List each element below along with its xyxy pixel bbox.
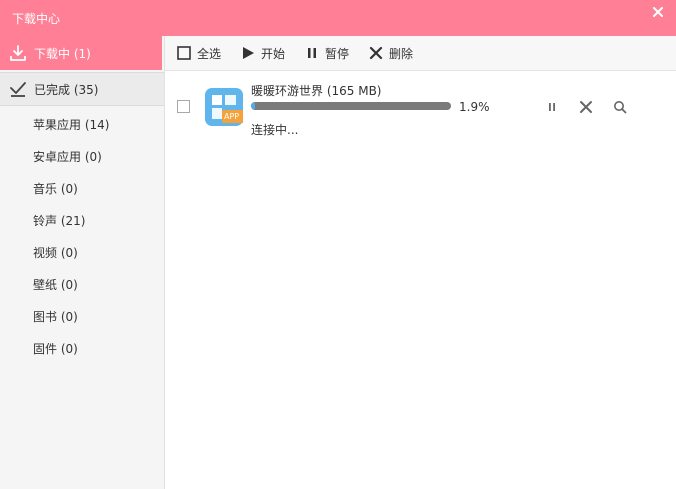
window-title: 下载中心 xyxy=(12,12,61,26)
pause-icon xyxy=(308,48,317,58)
start-label: 开始 xyxy=(261,46,286,61)
pause-button[interactable]: 暂停 xyxy=(305,45,349,62)
app-badge-label: APP xyxy=(224,112,240,121)
start-button[interactable]: 开始 xyxy=(241,45,285,62)
search-icon xyxy=(614,101,627,114)
play-icon xyxy=(243,47,255,59)
sidebar-item-label: 下载中 (1) xyxy=(34,46,91,61)
category-list: 苹果应用 (14) 安卓应用 (0) 音乐 (0) 铃声 (21) 视频 (0)… xyxy=(0,108,164,364)
download-status: 连接中... xyxy=(251,123,299,137)
sidebar-item-label: 视频 (0) xyxy=(33,245,78,260)
progress-bar xyxy=(251,102,451,110)
checkmark-icon xyxy=(8,79,28,99)
sidebar-item-music[interactable]: 音乐 (0) xyxy=(0,172,164,204)
sidebar-item-label: 固件 (0) xyxy=(33,341,78,356)
sidebar-item-videos[interactable]: 视频 (0) xyxy=(0,236,164,268)
sidebar-item-label: 音乐 (0) xyxy=(33,181,78,196)
sidebar-item-completed[interactable]: 已完成 (35) xyxy=(0,72,164,106)
row-delete-button[interactable] xyxy=(577,98,595,116)
sidebar-item-label: 苹果应用 (14) xyxy=(33,117,110,132)
row-pause-button[interactable] xyxy=(543,98,561,116)
sidebar-item-android-apps[interactable]: 安卓应用 (0) xyxy=(0,140,164,172)
sidebar-item-ringtones[interactable]: 铃声 (21) xyxy=(0,204,164,236)
sidebar-item-books[interactable]: 图书 (0) xyxy=(0,300,164,332)
pause-icon xyxy=(549,103,555,111)
sidebar-item-wallpapers[interactable]: 壁纸 (0) xyxy=(0,268,164,300)
select-all-button[interactable]: 全选 xyxy=(177,45,221,62)
row-checkbox[interactable] xyxy=(177,100,190,113)
progress-fill xyxy=(251,102,255,110)
download-icon xyxy=(8,43,28,63)
download-list: APP 暖暖环游世界 (165 MB) 1.9% 连接中... xyxy=(165,71,676,489)
download-row: APP 暖暖环游世界 (165 MB) 1.9% 连接中... xyxy=(165,71,676,141)
sidebar: 下载中 (1) 已完成 (35) 苹果应用 (14) 安卓应用 (0) 音乐 (… xyxy=(0,36,165,489)
sidebar-item-label: 壁纸 (0) xyxy=(33,277,78,292)
toolbar: 全选 开始 暂停 删除 xyxy=(165,36,676,71)
delete-label: 删除 xyxy=(389,46,414,61)
checkbox-icon xyxy=(177,46,191,60)
row-locate-button[interactable] xyxy=(611,98,629,116)
title-bar: 下载中心 xyxy=(0,0,676,36)
sidebar-item-firmware[interactable]: 固件 (0) xyxy=(0,332,164,364)
close-button[interactable] xyxy=(648,2,668,22)
sidebar-item-label: 安卓应用 (0) xyxy=(33,149,102,164)
app-icon: APP xyxy=(205,88,244,126)
sidebar-item-label: 图书 (0) xyxy=(33,309,78,324)
close-icon xyxy=(369,46,383,60)
progress-percent: 1.9% xyxy=(459,100,490,114)
sidebar-item-label: 已完成 (35) xyxy=(34,82,99,97)
select-all-label: 全选 xyxy=(197,46,222,61)
close-icon xyxy=(580,101,592,113)
download-name: 暖暖环游世界 (165 MB) xyxy=(251,84,382,98)
close-icon xyxy=(653,7,663,17)
sidebar-item-downloading[interactable]: 下载中 (1) xyxy=(0,36,162,70)
sidebar-item-label: 铃声 (21) xyxy=(33,213,86,228)
delete-button[interactable]: 删除 xyxy=(369,45,413,62)
sidebar-item-ios-apps[interactable]: 苹果应用 (14) xyxy=(0,108,164,140)
pause-label: 暂停 xyxy=(325,46,350,61)
